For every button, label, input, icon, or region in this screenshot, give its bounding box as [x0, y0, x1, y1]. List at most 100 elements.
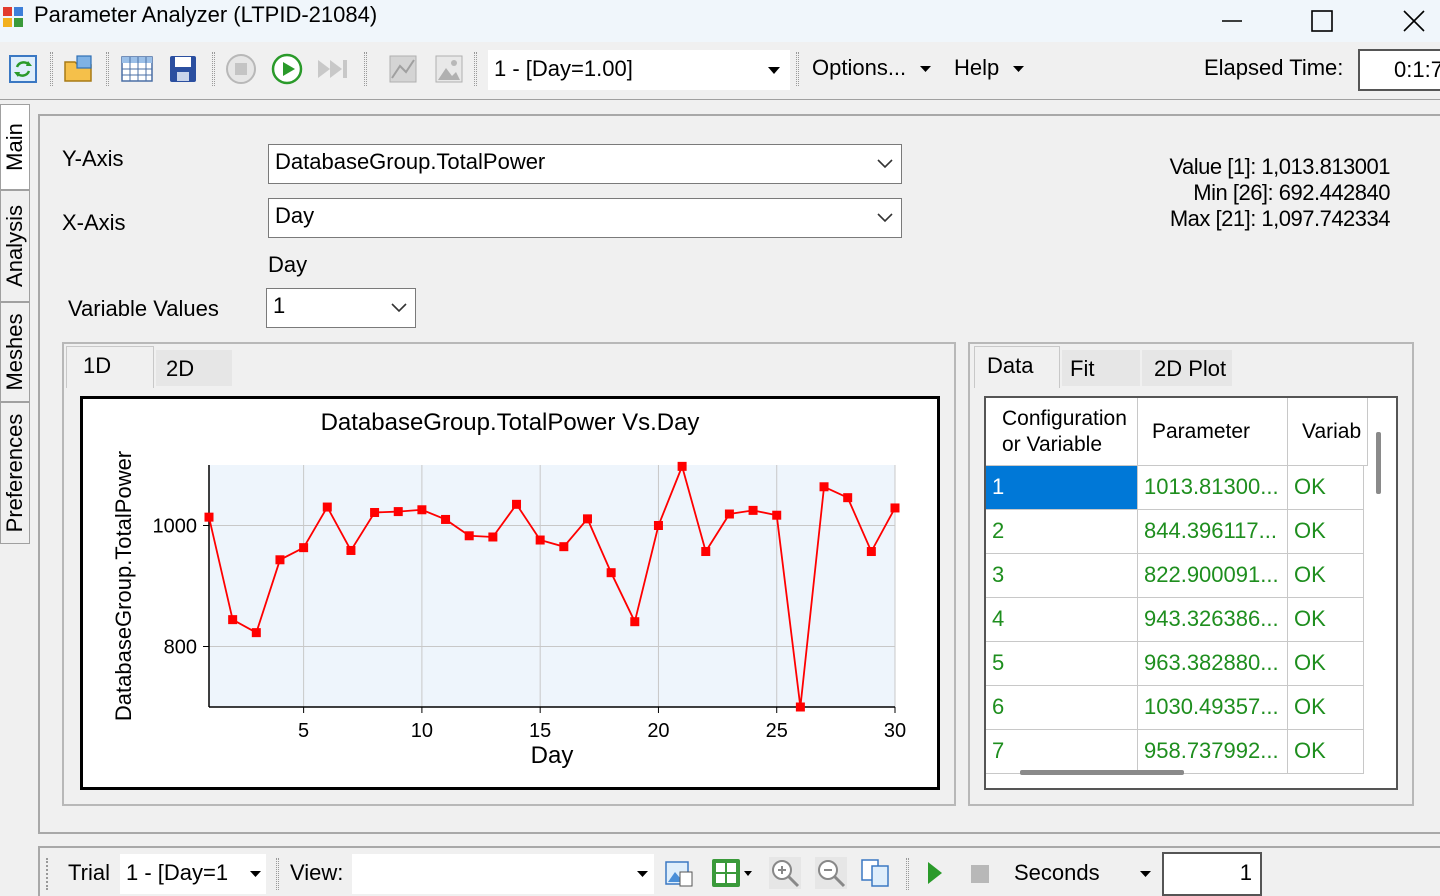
table-row[interactable]: 6 1030.49357... OK: [986, 686, 1364, 730]
table-row[interactable]: 7 958.737992... OK: [986, 730, 1364, 774]
export-image-button[interactable]: [664, 858, 694, 894]
elapsed-time-box: 0:1:7: [1358, 49, 1440, 91]
column-header-label: Configuration or Variable: [1002, 407, 1127, 456]
y-axis-value: DatabaseGroup.TotalPower: [275, 149, 546, 174]
tab-data-label: Data: [987, 353, 1034, 378]
cell-status[interactable]: OK: [1288, 686, 1364, 730]
tab-fit[interactable]: Fit: [1062, 350, 1140, 386]
dropdown-arrow-icon: [1013, 66, 1025, 73]
refresh-button[interactable]: [6, 52, 40, 86]
cell-config[interactable]: 5: [986, 642, 1138, 686]
column-header-parameter[interactable]: Parameter: [1138, 398, 1288, 466]
cell-parameter[interactable]: 943.326386...: [1138, 598, 1288, 642]
fast-forward-button[interactable]: [316, 52, 350, 86]
column-header-label: Parameter: [1152, 420, 1251, 443]
cell-status[interactable]: OK: [1288, 510, 1364, 554]
chevron-down-icon: [391, 303, 407, 313]
chevron-down-icon: [877, 213, 893, 223]
toolbar-separator: [796, 52, 799, 86]
cell-parameter[interactable]: 963.382880...: [1138, 642, 1288, 686]
tab-1d[interactable]: 1D: [66, 346, 154, 388]
layout-button[interactable]: [710, 856, 754, 896]
x-axis-caption: Day: [268, 252, 308, 277]
vertical-scrollbar-thumb[interactable]: [1376, 432, 1381, 494]
table-row[interactable]: 5 963.382880... OK: [986, 642, 1364, 686]
side-tab-meshes[interactable]: Meshes: [0, 302, 30, 402]
horizontal-scrollbar-thumb[interactable]: [1020, 770, 1184, 775]
cell-status[interactable]: OK: [1288, 598, 1364, 642]
status-play-button[interactable]: [924, 860, 946, 892]
status-separator: [906, 858, 909, 890]
trial-select[interactable]: 1 - [Day=1.00]: [488, 50, 790, 90]
trial-status-value: 1 - [Day=1: [126, 860, 229, 885]
table-button[interactable]: [120, 52, 154, 86]
stop-button[interactable]: [224, 52, 258, 86]
data-point: [724, 509, 734, 519]
cell-status[interactable]: OK: [1288, 554, 1364, 598]
step-input[interactable]: 1: [1162, 852, 1262, 896]
side-tab-main[interactable]: Main: [0, 104, 30, 190]
cell-config[interactable]: 6: [986, 686, 1138, 730]
image-button[interactable]: [432, 52, 466, 86]
variable-values-value: 1: [273, 293, 286, 318]
table-row[interactable]: 3 822.900091... OK: [986, 554, 1364, 598]
cell-config[interactable]: 4: [986, 598, 1138, 642]
data-table: Configuration or Variable Parameter Vari…: [984, 396, 1398, 790]
data-point: [653, 521, 663, 530]
copy-button[interactable]: [860, 858, 892, 894]
chart-disabled-icon: [389, 55, 417, 83]
open-folder-icon: [64, 55, 92, 82]
cell-status[interactable]: OK: [1288, 730, 1364, 774]
side-tab-analysis[interactable]: Analysis: [0, 190, 30, 302]
open-button[interactable]: [62, 52, 96, 86]
title-bar: Parameter Analyzer (LTPID-21084): [0, 0, 1440, 42]
cell-config[interactable]: 1: [986, 466, 1138, 510]
table-row[interactable]: 4 943.326386... OK: [986, 598, 1364, 642]
cell-parameter[interactable]: 844.396117...: [1138, 510, 1288, 554]
y-axis-select[interactable]: DatabaseGroup.TotalPower: [268, 144, 902, 184]
status-stop-button[interactable]: [970, 864, 990, 890]
x-tick-label: 25: [766, 720, 788, 742]
x-tick-label: 30: [884, 720, 906, 742]
tab-2d[interactable]: 2D: [156, 350, 232, 386]
cell-parameter[interactable]: 822.900091...: [1138, 554, 1288, 598]
maximize-button[interactable]: [1276, 0, 1368, 42]
play-icon: [928, 862, 942, 884]
cell-parameter[interactable]: 958.737992...: [1138, 730, 1288, 774]
minimize-icon: [1222, 20, 1242, 22]
column-header-variable[interactable]: Variab: [1288, 398, 1368, 466]
cell-status[interactable]: OK: [1288, 642, 1364, 686]
run-button[interactable]: [270, 52, 304, 86]
trial-status-select[interactable]: 1 - [Day=1: [120, 854, 266, 894]
status-bar: Trial 1 - [Day=1 View: Seconds 1: [38, 846, 1440, 896]
save-button[interactable]: [166, 52, 200, 86]
cell-parameter[interactable]: 1030.49357...: [1138, 686, 1288, 730]
cell-config[interactable]: 7: [986, 730, 1138, 774]
grip-handle[interactable]: [46, 858, 49, 890]
table-row[interactable]: 1 1013.81300... OK: [986, 466, 1364, 510]
table-row[interactable]: 2 844.396117... OK: [986, 510, 1364, 554]
x-axis-select[interactable]: Day: [268, 198, 902, 238]
cell-parameter[interactable]: 1013.81300...: [1138, 466, 1288, 510]
variable-values-select[interactable]: 1: [266, 288, 416, 328]
view-select[interactable]: [352, 854, 654, 894]
help-menu[interactable]: Help: [954, 55, 1025, 81]
close-button[interactable]: [1368, 0, 1440, 42]
side-tab-preferences[interactable]: Preferences: [0, 402, 30, 544]
cell-status[interactable]: OK: [1288, 466, 1364, 510]
y-tick-label: 1000: [153, 516, 198, 538]
tab-1d-label: 1D: [83, 353, 112, 378]
zoom-in-button[interactable]: [768, 856, 802, 896]
data-point: [204, 512, 214, 522]
column-header-config[interactable]: Configuration or Variable: [986, 398, 1138, 466]
cell-config[interactable]: 2: [986, 510, 1138, 554]
tab-data[interactable]: Data: [974, 346, 1060, 388]
options-menu[interactable]: Options...: [812, 55, 932, 81]
units-select[interactable]: Seconds: [1006, 854, 1156, 894]
data-point: [393, 507, 403, 517]
chart-button[interactable]: [386, 52, 420, 86]
tab-2d-plot[interactable]: 2D Plot: [1142, 350, 1232, 386]
zoom-out-button[interactable]: [814, 856, 848, 896]
minimize-button[interactable]: [1186, 0, 1278, 42]
cell-config[interactable]: 3: [986, 554, 1138, 598]
